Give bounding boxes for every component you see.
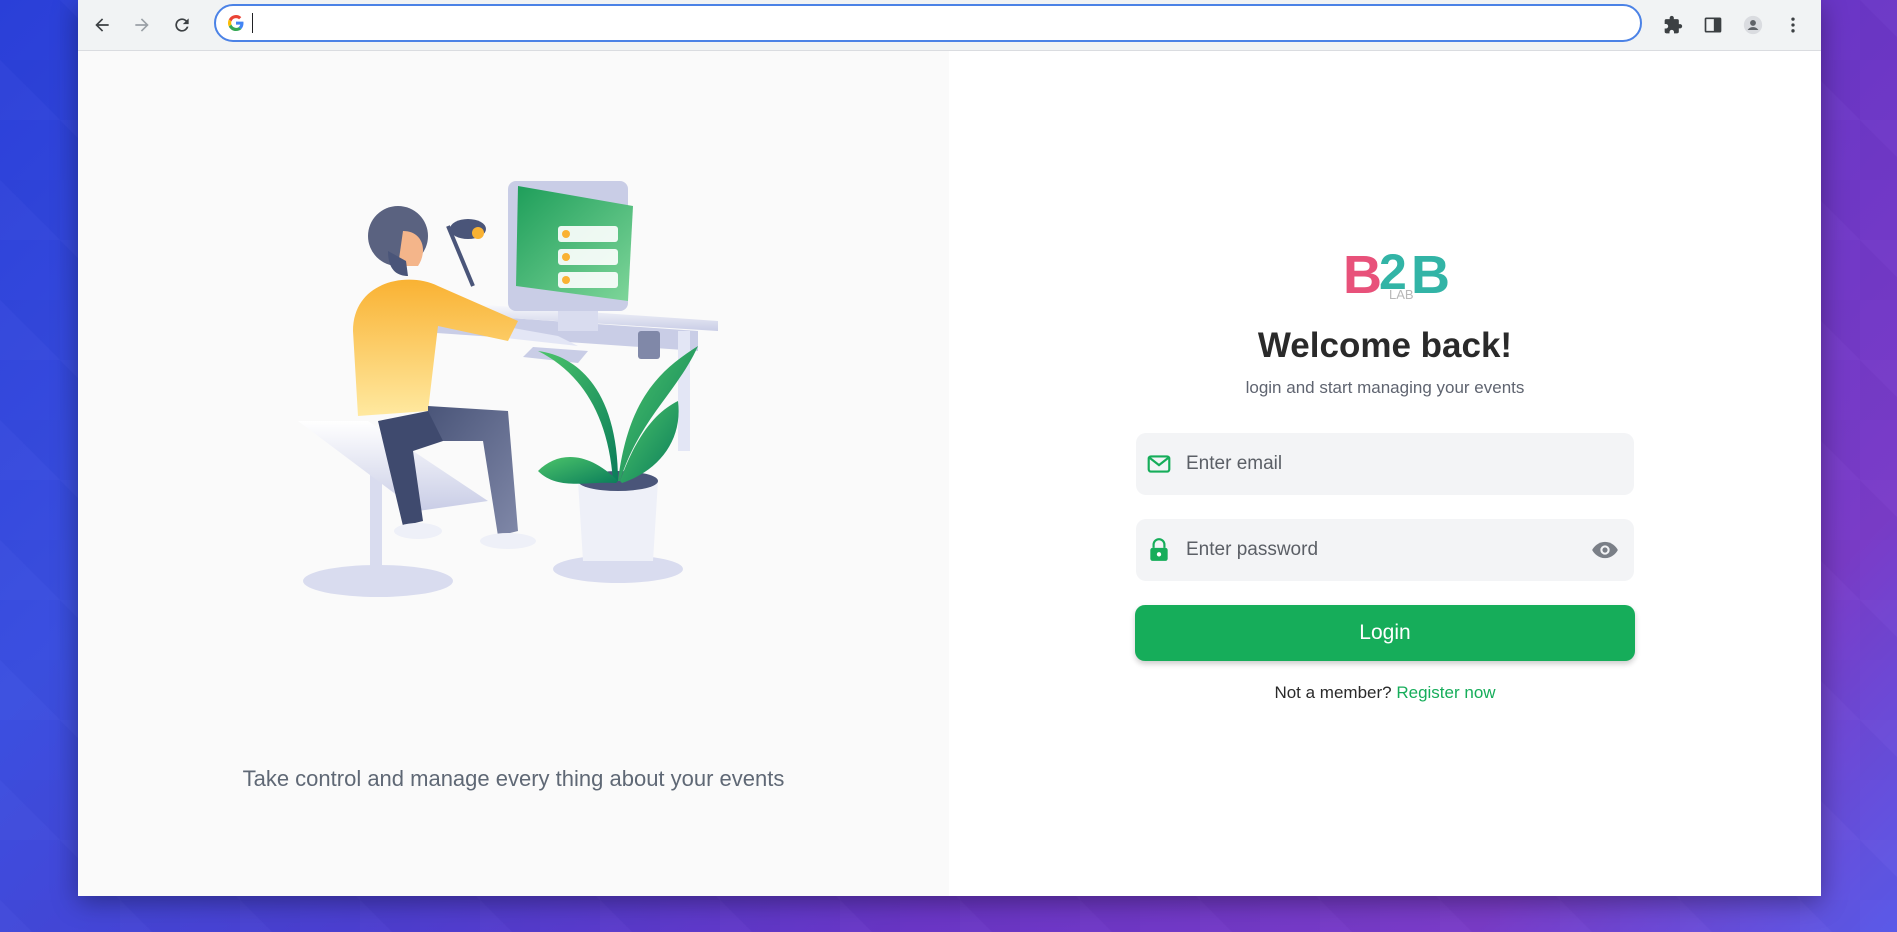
address-bar[interactable] <box>214 4 1642 42</box>
google-g-icon <box>228 15 244 31</box>
page-content: Take control and manage every thing abou… <box>78 51 1821 896</box>
reload-button[interactable] <box>162 5 202 45</box>
login-panel: B 2 B LAB Welcome back! login and start … <box>949 51 1821 896</box>
forward-button[interactable] <box>122 5 162 45</box>
side-panel-icon <box>1704 17 1722 33</box>
tagline: Take control and manage every thing abou… <box>242 766 785 791</box>
password-input[interactable] <box>1184 538 1590 562</box>
extensions-button[interactable] <box>1653 5 1693 45</box>
puzzle-icon <box>1664 15 1683 34</box>
browser-window: Take control and manage every thing abou… <box>78 0 1821 896</box>
password-field[interactable] <box>1136 519 1634 581</box>
page-title: Welcome back! <box>1257 326 1513 365</box>
mail-icon <box>1146 451 1172 477</box>
email-field[interactable] <box>1136 433 1634 495</box>
arrow-right-icon <box>135 18 149 32</box>
register-prompt: Not a member? Register now <box>949 683 1821 703</box>
svg-text:LAB: LAB <box>1389 287 1414 301</box>
reload-icon <box>175 18 189 32</box>
b2b-lab-logo: B 2 B LAB <box>1343 245 1450 301</box>
profile-icon <box>1743 15 1763 35</box>
text-caret <box>252 13 253 33</box>
menu-button[interactable] <box>1773 5 1813 45</box>
browser-toolbar <box>78 0 1821 51</box>
kebab-menu-icon <box>1791 17 1795 33</box>
svg-text:B: B <box>1343 245 1382 301</box>
workspace-illustration <box>298 181 718 597</box>
side-panel-button[interactable] <box>1693 5 1733 45</box>
register-link[interactable]: Register now <box>1396 683 1495 702</box>
back-button[interactable] <box>82 5 122 45</box>
svg-text:B: B <box>1411 245 1450 301</box>
arrow-left-icon <box>95 18 109 32</box>
eye-icon[interactable] <box>1590 535 1620 565</box>
login-button[interactable]: Login <box>1135 605 1635 661</box>
lock-icon <box>1146 537 1172 563</box>
illustration-panel: Take control and manage every thing abou… <box>78 51 949 896</box>
page-subtitle: login and start managing your events <box>1245 378 1525 397</box>
not-member-text: Not a member? <box>1274 683 1392 702</box>
profile-button[interactable] <box>1733 5 1773 45</box>
email-input[interactable] <box>1184 452 1634 476</box>
